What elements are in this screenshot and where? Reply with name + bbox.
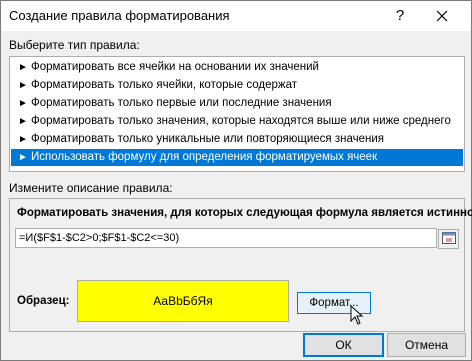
preview-area: Образец: АаВbБбЯя Формат... xyxy=(10,257,464,331)
rule-type-item[interactable]: ► Форматировать только ячейки, которые со… xyxy=(11,77,463,94)
arrow-icon: ► xyxy=(18,62,28,73)
dialog-title: Создание правила форматирования xyxy=(9,8,230,23)
rule-type-item[interactable]: ► Форматировать только значения, которые … xyxy=(11,113,463,130)
preview-swatch: АаВbБбЯя xyxy=(77,280,289,322)
arrow-icon: ► xyxy=(18,152,28,163)
rule-description-label: Измените описание правила: xyxy=(9,181,173,195)
formula-heading: Форматировать значения, для которых след… xyxy=(17,207,472,219)
formula-input[interactable]: =И($F$1-$C2>0;$F$1-$C2<=30) xyxy=(15,228,437,248)
rule-type-item[interactable]: ► Форматировать все ячейки на основании и… xyxy=(11,59,463,76)
conditional-format-dialog: Создание правила форматирования ? Выбери… xyxy=(0,0,472,361)
close-icon xyxy=(436,10,448,22)
rule-type-list[interactable]: ► Форматировать все ячейки на основании и… xyxy=(9,56,465,172)
title-bar: Создание правила форматирования ? xyxy=(1,1,471,31)
arrow-icon: ► xyxy=(18,80,28,91)
rule-description-box: Форматировать значения, для которых след… xyxy=(9,198,472,332)
cancel-button[interactable]: Отмена xyxy=(387,333,466,357)
rule-type-label: Выберите тип правила: xyxy=(9,38,140,52)
rule-type-item[interactable]: ► Форматировать только уникальные или пов… xyxy=(11,131,463,148)
ok-button[interactable]: ОК xyxy=(303,333,384,357)
help-button[interactable]: ? xyxy=(385,4,415,28)
rule-type-item[interactable]: ► Форматировать только первые или последн… xyxy=(11,95,463,112)
arrow-icon: ► xyxy=(18,116,28,127)
arrow-icon: ► xyxy=(18,134,28,145)
rule-type-item-selected[interactable]: ► Использовать формулу для определения фо… xyxy=(11,149,463,166)
range-select-button[interactable] xyxy=(438,229,459,249)
arrow-icon: ► xyxy=(18,98,28,109)
mouse-cursor-icon xyxy=(350,305,364,325)
close-button[interactable] xyxy=(425,4,459,28)
range-select-icon xyxy=(441,232,456,244)
preview-label: Образец: xyxy=(17,295,70,307)
